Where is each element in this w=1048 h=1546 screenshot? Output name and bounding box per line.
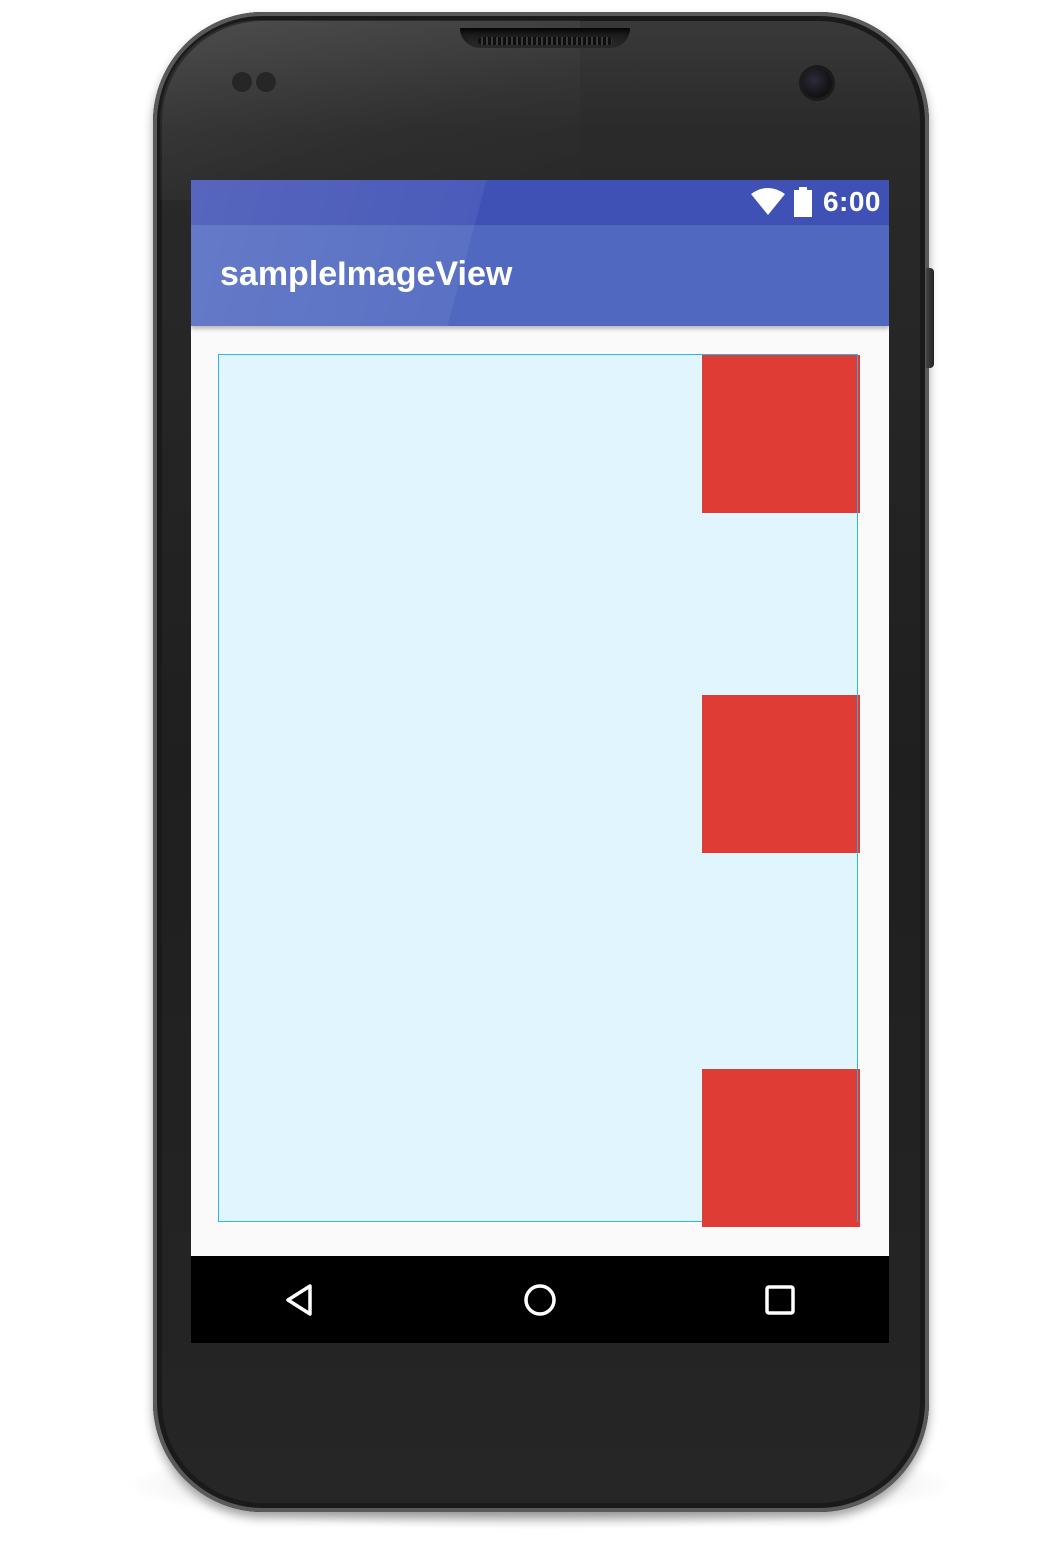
navigation-bar xyxy=(191,1256,889,1343)
front-camera-icon xyxy=(802,68,832,98)
app-title: sampleImageView xyxy=(220,255,513,293)
red-block xyxy=(702,1069,860,1227)
status-icons: 6:00 xyxy=(750,186,881,218)
speaker-grill xyxy=(478,37,612,45)
power-button[interactable] xyxy=(926,268,934,368)
red-block xyxy=(702,695,860,853)
battery-icon xyxy=(793,187,812,217)
device-stage: 6:00 sampleImageView xyxy=(0,0,1048,1546)
app-toolbar: sampleImageView xyxy=(191,225,889,326)
back-triangle-icon[interactable] xyxy=(280,1280,320,1320)
recents-square-icon[interactable] xyxy=(760,1280,800,1320)
red-block xyxy=(702,355,860,513)
status-bar: 6:00 xyxy=(191,180,889,225)
wifi-icon xyxy=(750,188,785,215)
proximity-sensors xyxy=(232,72,282,94)
home-circle-icon[interactable] xyxy=(520,1280,560,1320)
device-screen: 6:00 sampleImageView xyxy=(191,180,889,1343)
image-view-bounds-line xyxy=(857,354,858,1222)
status-clock: 6:00 xyxy=(822,186,881,217)
